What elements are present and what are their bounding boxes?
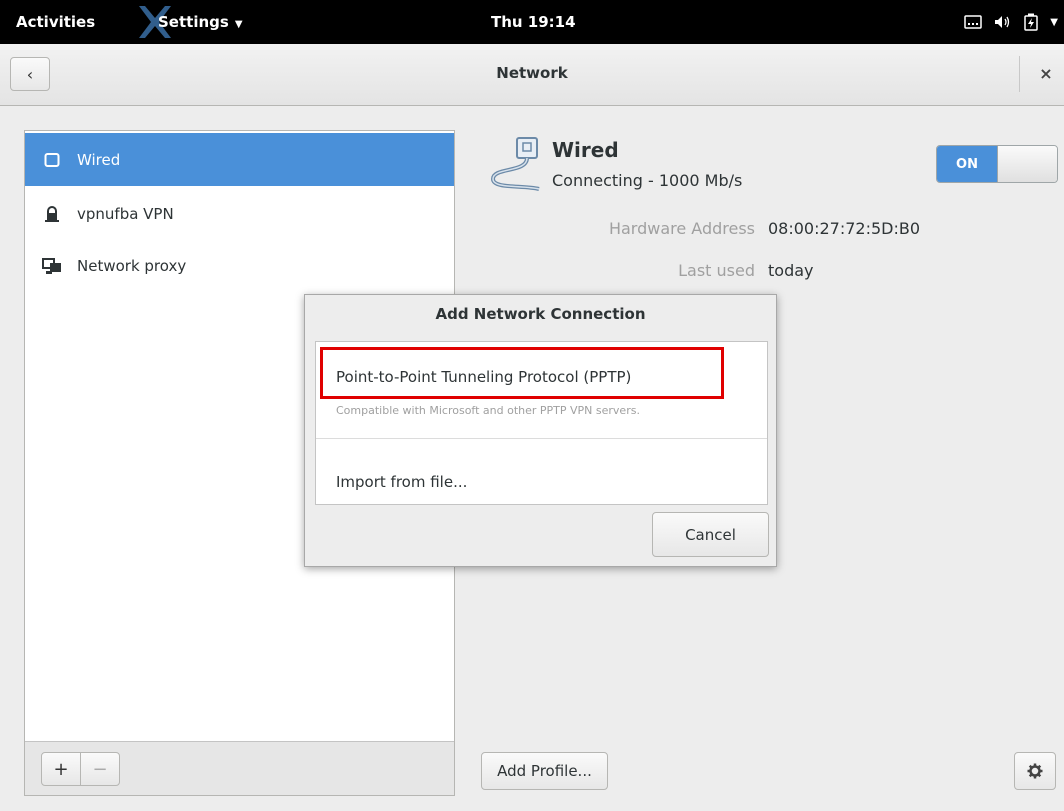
connection-title: Wired bbox=[552, 138, 619, 162]
ethernet-cable-icon bbox=[490, 137, 540, 191]
add-profile-button[interactable]: Add Profile... bbox=[481, 752, 608, 790]
sidebar-item-vpn[interactable]: vpnufba VPN bbox=[25, 187, 454, 240]
option-pptp-name: Point-to-Point Tunneling Protocol (PPTP) bbox=[336, 368, 632, 386]
volume-icon bbox=[994, 15, 1012, 29]
close-icon: × bbox=[1039, 64, 1053, 83]
last-used-value: today bbox=[768, 261, 814, 280]
top-bar: Activities Settings ▼ Thu 19:14 ▼ bbox=[0, 0, 1064, 44]
connection-toggle[interactable]: ON bbox=[936, 145, 1058, 183]
app-menu[interactable]: Settings ▼ bbox=[158, 13, 243, 31]
system-menu-arrow-icon: ▼ bbox=[1050, 16, 1058, 28]
add-network-connection-dialog: Add Network Connection Point-to-Point Tu… bbox=[304, 294, 777, 567]
hardware-address-value: 08:00:27:72:5D:B0 bbox=[768, 219, 921, 238]
last-used-label: Last used bbox=[678, 261, 755, 280]
toggle-knob bbox=[997, 146, 1057, 182]
vpn-lock-icon bbox=[41, 203, 63, 225]
settings-button[interactable] bbox=[1014, 752, 1056, 790]
proxy-icon bbox=[41, 255, 63, 277]
toggle-on-label: ON bbox=[937, 146, 997, 182]
option-pptp-description: Compatible with Microsoft and other PPTP… bbox=[336, 404, 640, 417]
sidebar-item-label: vpnufba VPN bbox=[77, 204, 174, 223]
sidebar-item-label: Wired bbox=[77, 150, 121, 169]
sidebar-item-label: Network proxy bbox=[77, 256, 187, 275]
clock[interactable]: Thu 19:14 bbox=[491, 13, 576, 31]
header-separator bbox=[1019, 56, 1020, 92]
page-title: Network bbox=[496, 64, 568, 82]
option-import-from-file[interactable]: Import from file... bbox=[316, 439, 767, 505]
system-tray[interactable]: ▼ bbox=[964, 8, 1058, 36]
app-menu-label: Settings bbox=[158, 13, 229, 31]
activities-button[interactable]: Activities bbox=[16, 13, 95, 31]
header-bar: ‹ Network × bbox=[0, 44, 1064, 106]
chevron-down-icon: ▼ bbox=[234, 19, 243, 30]
sidebar-item-network-proxy[interactable]: Network proxy bbox=[25, 239, 454, 292]
connection-type-list: Point-to-Point Tunneling Protocol (PPTP)… bbox=[315, 341, 768, 505]
gear-icon bbox=[1027, 763, 1043, 779]
network-wired-icon bbox=[964, 15, 983, 29]
sidebar-item-wired[interactable]: Wired bbox=[25, 133, 454, 186]
remove-connection-button[interactable]: − bbox=[80, 752, 120, 786]
option-import-name: Import from file... bbox=[336, 473, 468, 491]
hardware-address-label: Hardware Address bbox=[608, 219, 755, 238]
sidebar-toolbar: + − bbox=[25, 741, 454, 795]
battery-icon bbox=[1024, 13, 1039, 31]
option-pptp[interactable]: Point-to-Point Tunneling Protocol (PPTP)… bbox=[316, 342, 767, 439]
close-button[interactable]: × bbox=[1034, 62, 1058, 86]
wired-icon bbox=[41, 149, 63, 171]
cancel-button[interactable]: Cancel bbox=[652, 512, 769, 557]
connection-status: Connecting - 1000 Mb/s bbox=[552, 171, 743, 190]
add-connection-button[interactable]: + bbox=[41, 752, 81, 786]
dialog-title: Add Network Connection bbox=[435, 305, 646, 323]
